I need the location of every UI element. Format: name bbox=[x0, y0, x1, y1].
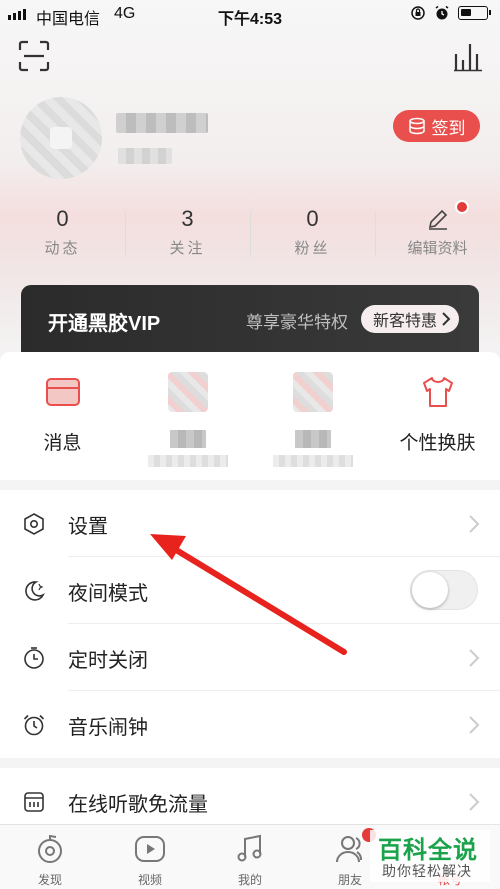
moon-icon bbox=[25, 581, 45, 601]
stat-following-count: 3 bbox=[181, 206, 194, 231]
menu-label: 夜间模式 bbox=[68, 583, 148, 605]
blurred-sublabel bbox=[147, 455, 228, 467]
checkin-label: 签到 bbox=[431, 118, 466, 138]
menu-label: 在线听歌免流量 bbox=[68, 794, 208, 816]
tab-mine[interactable]: 我的 bbox=[200, 825, 300, 889]
alarm-icon bbox=[435, 5, 449, 20]
stat-posts-count: 0 bbox=[56, 206, 69, 231]
battery-icon bbox=[458, 6, 491, 20]
tab-video[interactable]: 视频 bbox=[100, 825, 200, 889]
toggle-knob bbox=[412, 572, 448, 608]
music-note-icon bbox=[237, 834, 262, 862]
watermark-title: 百科全说 bbox=[378, 837, 478, 864]
username-blurred bbox=[116, 113, 208, 133]
tab-discover[interactable]: 发现 bbox=[0, 825, 100, 889]
watermark: 百科全说 助你轻松解决 bbox=[370, 830, 490, 882]
menu-label: 音乐闹钟 bbox=[68, 717, 148, 739]
friends-icon bbox=[336, 836, 362, 863]
coin-stack-icon bbox=[408, 117, 425, 135]
pencil-icon bbox=[428, 209, 447, 230]
blurred-label bbox=[294, 430, 331, 448]
status-bar: 中国电信 4G 下午4:53 bbox=[0, 0, 500, 28]
message-icon bbox=[45, 378, 80, 406]
night-mode-toggle[interactable] bbox=[410, 570, 478, 610]
stat-fans[interactable]: 0 粉丝 bbox=[250, 205, 375, 265]
vip-offer-button[interactable]: 新客特惠 bbox=[361, 305, 460, 333]
timer-icon bbox=[24, 647, 44, 669]
quick-item-blurred-1[interactable] bbox=[125, 352, 250, 480]
quick-item-skins[interactable]: 个性换肤 bbox=[375, 352, 500, 480]
menu-item-timer[interactable]: 定时关闭 bbox=[0, 624, 500, 691]
blurred-icon bbox=[292, 372, 333, 412]
blurred-icon bbox=[167, 372, 208, 412]
blurred-label bbox=[169, 430, 206, 448]
stat-posts-label: 动态 bbox=[44, 240, 81, 257]
chevron-right-icon bbox=[469, 793, 480, 811]
menu-item-night-mode[interactable]: 夜间模式 bbox=[0, 557, 500, 624]
quick-actions: 消息 个性换肤 bbox=[0, 352, 500, 480]
stats-row: 0 动态 3 关注 0 粉丝 编辑资料 bbox=[0, 200, 500, 265]
chevron-right-icon bbox=[442, 312, 451, 326]
checkin-button[interactable]: 签到 bbox=[393, 110, 480, 142]
watermark-subtitle: 助你轻松解决 bbox=[382, 863, 472, 879]
shirt-icon bbox=[422, 377, 453, 407]
audio-bars-icon[interactable] bbox=[452, 40, 484, 72]
quick-item-blurred-2[interactable] bbox=[250, 352, 375, 480]
quick-item-messages[interactable]: 消息 bbox=[0, 352, 125, 480]
vip-title: 开通黑胶VIP bbox=[48, 313, 161, 335]
edit-profile[interactable]: 编辑资料 bbox=[375, 200, 500, 265]
menu-label: 定时关闭 bbox=[68, 650, 148, 672]
tab-label: 视频 bbox=[137, 873, 162, 887]
menu-item-alarm[interactable]: 音乐闹钟 bbox=[0, 691, 500, 758]
quick-item-label: 消息 bbox=[43, 433, 82, 454]
settings-menu: 设置 夜间模式 定时关闭 音乐闹钟 bbox=[0, 490, 500, 758]
tab-label: 我的 bbox=[237, 873, 262, 887]
free-data-section: 在线听歌免流量 bbox=[0, 768, 500, 828]
vip-banner[interactable]: 开通黑胶VIP 尊享豪华特权 新客特惠 bbox=[21, 285, 479, 355]
stat-following-label: 关注 bbox=[169, 240, 206, 257]
notification-dot bbox=[455, 200, 469, 214]
menu-label: 设置 bbox=[68, 516, 108, 538]
alarm-clock-icon bbox=[23, 714, 45, 736]
rotation-lock-icon bbox=[411, 6, 425, 20]
sim-card-icon bbox=[24, 792, 44, 812]
stat-following[interactable]: 3 关注 bbox=[125, 205, 250, 265]
menu-item-settings[interactable]: 设置 bbox=[0, 490, 500, 557]
discover-icon bbox=[38, 834, 62, 863]
tab-label: 发现 bbox=[37, 873, 62, 887]
stat-fans-label: 粉丝 bbox=[294, 240, 331, 257]
chevron-right-icon bbox=[469, 515, 480, 533]
video-play-icon bbox=[135, 836, 165, 862]
settings-hexagon-icon bbox=[24, 513, 44, 535]
avatar[interactable] bbox=[20, 97, 102, 179]
user-level-blurred bbox=[118, 148, 172, 164]
stat-posts[interactable]: 0 动态 bbox=[0, 205, 125, 265]
blurred-sublabel bbox=[272, 455, 353, 467]
chevron-right-icon bbox=[469, 716, 480, 734]
quick-item-label: 个性换肤 bbox=[399, 433, 476, 454]
vip-subtitle: 尊享豪华特权 bbox=[246, 313, 348, 332]
vip-offer-label: 新客特惠 bbox=[373, 313, 438, 330]
stat-fans-count: 0 bbox=[306, 206, 319, 231]
edit-profile-label: 编辑资料 bbox=[407, 240, 468, 257]
scan-icon[interactable] bbox=[18, 40, 50, 72]
chevron-right-icon bbox=[469, 649, 480, 667]
